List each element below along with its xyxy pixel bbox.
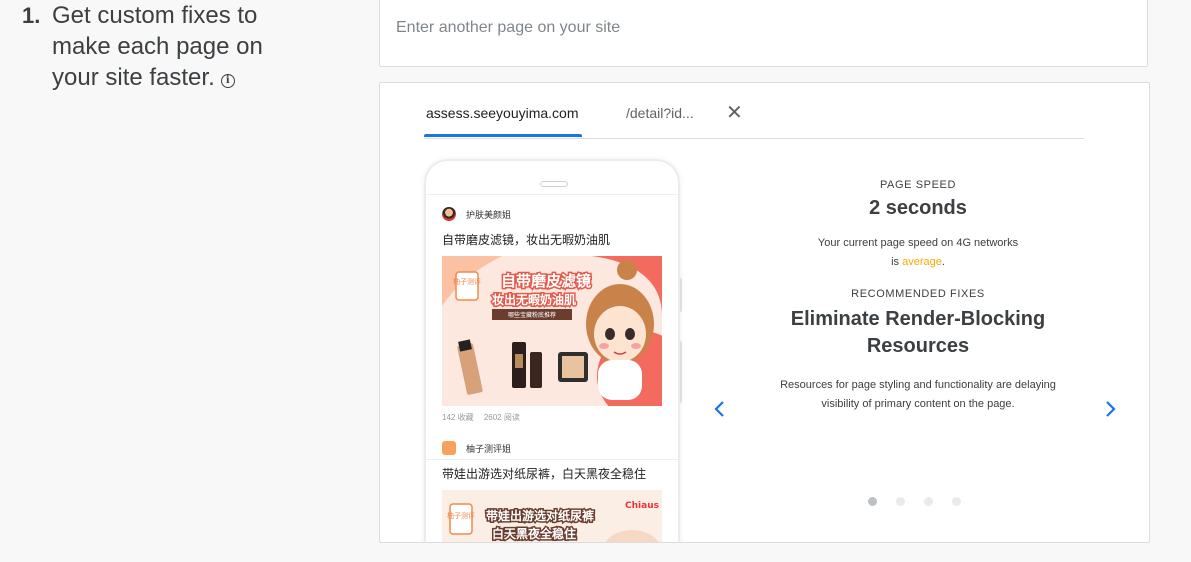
post-author: 柚子测评姐: [442, 441, 664, 455]
fix-description: Resources for page styling and functiona…: [740, 376, 1096, 414]
phone-preview: 护肤美颜姐 自带磨皮滤镜，妆出无暇奶油肌 柚子测评 自带磨皮滤镜 妆出无暇奶油肌…: [424, 159, 680, 542]
feed-post: 柚子测评姐 带娃出游选对纸尿裤，白天黑夜全稳住 柚子测评 带娃出游选对纸尿裤 白…: [442, 441, 664, 542]
post-title: 自带磨皮滤镜，妆出无暇奶油肌: [442, 233, 611, 247]
post-title: 带娃出游选对纸尿裤，白天黑夜全稳住: [442, 467, 647, 481]
carousel-dots: [868, 497, 980, 506]
author-avatar-icon: [442, 207, 456, 221]
fix-desc-line: Resources for page styling and functiona…: [780, 379, 1056, 391]
speed-rating-suffix: .: [941, 256, 945, 268]
phone-speaker: [540, 181, 568, 187]
svg-text:哪些宝藏粉底推荐: 哪些宝藏粉底推荐: [508, 311, 556, 319]
author-name: 柚子测评姐: [466, 443, 512, 454]
speed-rating: average: [902, 256, 942, 268]
carousel-dot[interactable]: [952, 497, 961, 506]
carousel-dot[interactable]: [896, 497, 905, 506]
info-icon[interactable]: i: [220, 74, 235, 88]
close-icon[interactable]: ✕: [726, 100, 743, 125]
author-avatar-icon: [442, 441, 456, 455]
baby-illustration: 柚子测评 带娃出游选对纸尿裤 白天黑夜全稳住 Chiaus: [447, 501, 659, 542]
page-speed-label: PAGE SPEED: [879, 179, 957, 191]
step-number: 1.: [22, 3, 41, 28]
feed-post: 护肤美颜姐 自带磨皮滤镜，妆出无暇奶油肌 柚子测评 自带磨皮滤镜 妆出无暇奶油肌…: [426, 207, 678, 460]
makeup-illustration: 柚子测评 自带磨皮滤镜 妆出无暇奶油肌 哪些宝藏粉底推荐: [442, 256, 662, 406]
phone-top-bar: [426, 161, 678, 195]
fix-title-line: Eliminate Render-Blocking: [790, 308, 1046, 330]
collect-count: 142 收藏: [442, 413, 474, 422]
carousel-dot[interactable]: [868, 497, 877, 506]
speed-summary: PAGE SPEED 2 seconds Your current page s…: [740, 179, 1096, 414]
svg-text:白天黑夜全稳住: 白天黑夜全稳住: [492, 526, 576, 541]
tab-label: /detail?id...: [626, 105, 694, 121]
speed-desc-line: Your current page speed on 4G networks: [817, 237, 1019, 249]
carousel-dot[interactable]: [924, 497, 933, 506]
recommended-fixes-label: RECOMMENDED FIXES: [851, 288, 985, 300]
fix-title-line: Resources: [866, 335, 970, 357]
post-author: 护肤美颜姐: [442, 207, 664, 221]
chevron-right-icon[interactable]: [1102, 399, 1118, 419]
post-image: 柚子测评 自带磨皮滤镜 妆出无暇奶油肌 哪些宝藏粉底推荐: [442, 256, 662, 406]
step-text: Get custom fixes to make each page on yo…: [52, 0, 302, 93]
svg-text:带娃出游选对纸尿裤: 带娃出游选对纸尿裤: [486, 508, 594, 523]
tab-main-site[interactable]: assess.seeyouyima.com: [424, 105, 582, 137]
speed-rating-prefix: is: [891, 256, 903, 268]
url-tabs: assess.seeyouyima.com /detail?id... ✕: [424, 83, 1084, 139]
post-image: 柚子测评 带娃出游选对纸尿裤 白天黑夜全稳住 Chiaus: [442, 490, 662, 542]
svg-text:自带磨皮滤镜: 自带磨皮滤镜: [501, 272, 591, 290]
read-count: 2602 阅读: [483, 413, 520, 422]
svg-text:Chiaus: Chiaus: [625, 501, 659, 511]
svg-text:柚子测评: 柚子测评: [447, 511, 475, 520]
url-input-card: [379, 0, 1148, 67]
tab-detail-page[interactable]: /detail?id...: [626, 105, 694, 121]
fix-desc-line: visibility of primary content on the pag…: [821, 398, 1015, 410]
post-stats: 142 收藏 2602 阅读: [442, 412, 664, 423]
svg-text:妆出无暇奶油肌: 妆出无暇奶油肌: [492, 292, 576, 307]
url-input[interactable]: [396, 19, 996, 37]
page-speed-description: Your current page speed on 4G networks i…: [740, 234, 1096, 272]
results-card: assess.seeyouyima.com /detail?id... ✕ 护肤…: [379, 82, 1150, 543]
fix-title: Eliminate Render-Blocking Resources: [740, 306, 1096, 360]
active-tab-indicator: [424, 134, 582, 137]
page-speed-value: 2 seconds: [869, 197, 967, 219]
tab-label: assess.seeyouyima.com: [426, 105, 579, 121]
chevron-left-icon[interactable]: [712, 399, 728, 419]
author-name: 护肤美颜姐: [466, 209, 512, 220]
speed-rating-line: is average.: [740, 253, 1096, 272]
svg-text:柚子测评: 柚子测评: [453, 277, 481, 286]
